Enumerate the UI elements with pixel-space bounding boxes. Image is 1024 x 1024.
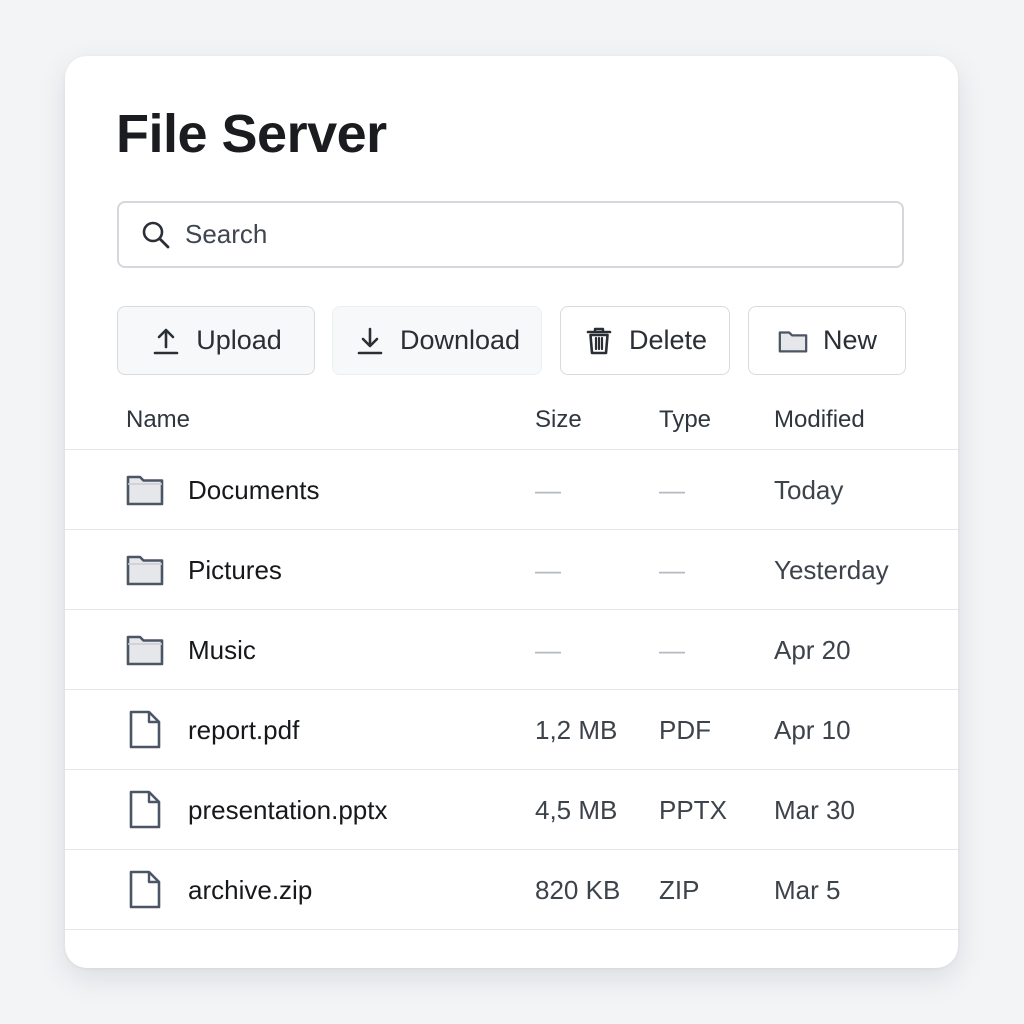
column-header-name[interactable]: Name [126,406,190,434]
search-icon [139,218,173,252]
file-size: — [535,555,561,585]
file-modified: Today [774,475,844,505]
folder-icon [125,472,165,508]
download-button[interactable]: Download [332,306,542,375]
table-row[interactable]: presentation.pptx 4,5 MB PPTX Mar 30 [65,770,958,850]
table-row[interactable]: report.pdf 1,2 MB PDF Apr 10 [65,690,958,770]
download-icon [354,325,386,357]
file-size: 820 KB [535,875,621,905]
file-size: 4,5 MB [535,795,618,825]
file-modified: Apr 10 [774,715,851,745]
delete-label: Delete [628,325,708,355]
search-input[interactable] [185,214,885,255]
file-name: archive.zip [188,875,313,905]
new-label: New [822,325,877,355]
file-type: PDF [659,715,711,745]
file-size: — [535,475,561,505]
download-label: Download [399,325,521,355]
file-type: — [659,475,685,505]
file-size: — [535,635,561,665]
file-name: presentation.pptx [188,795,388,825]
upload-button[interactable]: Upload [117,306,315,375]
upload-label: Upload [196,325,282,355]
file-icon [125,870,165,909]
file-server-panel: File Server Upload Downlo [65,56,958,968]
column-header-type[interactable]: Type [659,406,711,434]
file-type: PPTX [659,795,727,825]
table-row[interactable]: Documents — — Today [65,450,958,530]
delete-button[interactable]: Delete [560,306,730,375]
upload-icon [150,325,182,357]
new-folder-button[interactable]: New [748,306,906,375]
file-type: ZIP [659,875,700,905]
file-icon [125,790,165,829]
table-row[interactable]: Music — — Apr 20 [65,610,958,690]
file-name: Documents [188,475,320,505]
table-row[interactable]: archive.zip 820 KB ZIP Mar 5 [65,850,958,930]
file-name: Music [188,635,256,665]
file-modified: Yesterday [774,555,889,585]
folder-icon [125,552,165,588]
trash-icon [583,325,615,357]
folder-icon [125,632,165,668]
file-icon [125,710,165,749]
search-box[interactable] [117,201,904,268]
file-name: report.pdf [188,715,300,745]
file-modified: Apr 20 [774,635,851,665]
column-header-modified[interactable]: Modified [774,406,865,434]
file-type: — [659,555,685,585]
folder-icon [777,325,809,357]
file-modified: Mar 5 [774,875,841,905]
file-type: — [659,635,685,665]
file-modified: Mar 30 [774,795,855,825]
file-name: Pictures [188,555,282,585]
column-header-size[interactable]: Size [535,406,582,434]
page-title: File Server [116,104,387,164]
table-row[interactable]: Pictures — — Yesterday [65,530,958,610]
table-header: Name Size Type Modified [65,394,958,450]
file-size: 1,2 MB [535,715,618,745]
